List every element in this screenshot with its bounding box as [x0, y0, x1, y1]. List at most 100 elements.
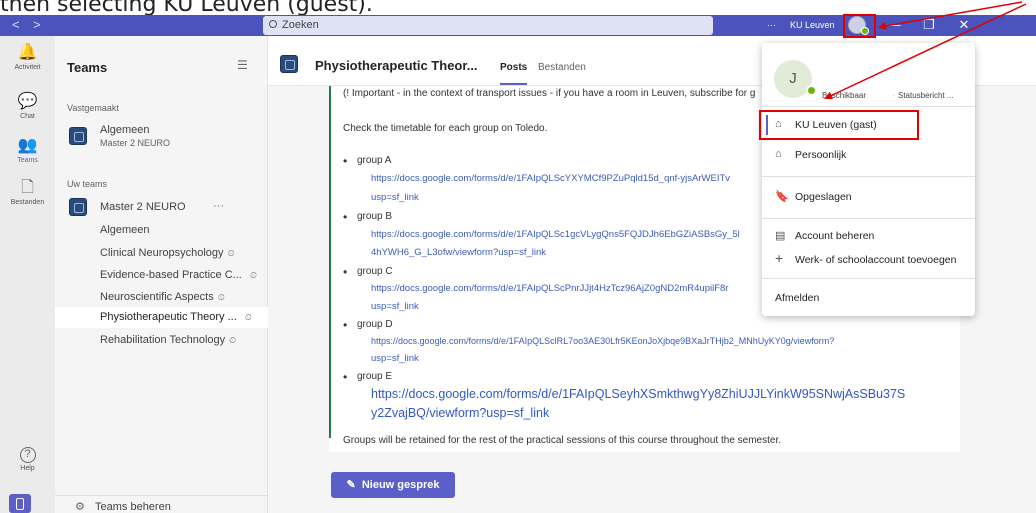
mobile-app-button[interactable]: [9, 494, 31, 513]
tab-posts[interactable]: Posts: [500, 62, 528, 85]
add-account-button[interactable]: + Werk- of schoolaccount toevoegen: [762, 248, 975, 273]
account-personal[interactable]: ⌂ Persoonlijk: [762, 143, 975, 168]
rail-item-chat[interactable]: 💬 Chat: [0, 93, 55, 120]
pinned-section-label: Vastgemaakt: [67, 103, 119, 113]
team-avatar-icon: [69, 127, 87, 145]
group-link[interactable]: usp=sf_link: [371, 301, 419, 312]
group-label: group D: [343, 318, 392, 332]
rail-item-label: Activiteit: [14, 64, 41, 71]
account-menu: J Beschikbaar · Statusbericht ... ⌂ KU L…: [762, 43, 975, 316]
rail-item-help[interactable]: ? Help: [0, 447, 55, 472]
team-avatar-icon: [69, 198, 87, 216]
manage-account-button[interactable]: ▤ Account beheren: [762, 224, 975, 249]
private-channel-icon: ⏲: [249, 270, 257, 280]
more-options-button[interactable]: ···: [767, 15, 776, 36]
channel-clinical-neuropsychology[interactable]: Clinical Neuropsychology ⏲: [55, 243, 268, 264]
channel-algemeen[interactable]: Algemeen: [55, 220, 268, 241]
channel-label: Clinical Neuropsychology ⏲: [100, 247, 235, 259]
tab-files[interactable]: Bestanden: [538, 62, 586, 73]
your-teams-section-label: Uw teams: [67, 179, 108, 189]
tutorial-caption: then selecting KU Leuven (guest).: [0, 0, 373, 17]
plus-icon: +: [775, 250, 784, 266]
new-conversation-label: Nieuw gesprek: [361, 479, 440, 491]
channel-label: Evidence-based Practice C... ⏲: [100, 269, 257, 281]
team-master-2-neuro[interactable]: Master 2 NEURO ···: [55, 196, 268, 218]
team-name: Master 2 NEURO: [100, 201, 186, 213]
group-label: group B: [343, 210, 392, 224]
file-icon: 🗋: [21, 179, 34, 196]
private-channel-icon: ⏲: [227, 248, 235, 258]
search-input[interactable]: Zoeken: [263, 16, 713, 35]
group-link[interactable]: https://docs.google.com/forms/d/e/1FAIpQ…: [371, 283, 728, 294]
home-icon: ⌂: [775, 148, 782, 160]
channel-neuroscientific-aspects[interactable]: Neuroscientific Aspects ⏲: [55, 287, 268, 308]
private-channel-icon: ⏲: [217, 292, 225, 302]
account-label: Persoonlijk: [795, 149, 847, 161]
account-card-icon: ▤: [775, 230, 786, 242]
rail-item-teams[interactable]: 👥 Teams: [0, 137, 55, 164]
pinned-channel-team: Master 2 NEURO: [100, 138, 171, 148]
divider: [762, 218, 975, 219]
search-icon: [269, 20, 277, 28]
sign-out-label: Afmelden: [775, 292, 820, 304]
forward-button[interactable]: >: [33, 15, 41, 35]
org-switcher-label[interactable]: KU Leuven: [790, 15, 835, 36]
channel-label: Algemeen: [100, 224, 150, 236]
group-link[interactable]: usp=sf_link: [371, 353, 419, 364]
annotation-highlight-box: [759, 110, 919, 140]
minimize-button[interactable]: —: [880, 15, 908, 36]
channel-evidence-based-practice[interactable]: Evidence-based Practice C... ⏲: [55, 265, 268, 286]
group-link[interactable]: usp=sf_link: [371, 192, 419, 203]
sign-out-button[interactable]: Afmelden: [762, 286, 975, 311]
group-link[interactable]: https://docs.google.com/forms/d/e/1FAIpQ…: [371, 229, 740, 240]
group-label: group C: [343, 265, 392, 279]
close-button[interactable]: ✕: [950, 15, 978, 36]
post-footer-text: Groups will be retained for the rest of …: [343, 435, 782, 446]
group-link[interactable]: https://docs.google.com/forms/d/e/1FAIpQ…: [371, 336, 834, 346]
post-intro-text: (! Important - in the context of transpo…: [343, 88, 756, 99]
back-button[interactable]: <: [12, 15, 20, 35]
group-label: group A: [343, 154, 392, 168]
presence-status-button[interactable]: Beschikbaar: [822, 91, 866, 100]
filter-icon[interactable]: ☰: [237, 58, 248, 72]
private-channel-icon: ⏲: [244, 312, 252, 322]
saved-label: Opgeslagen: [795, 191, 852, 203]
channel-label: Neuroscientific Aspects ⏲: [100, 291, 225, 303]
saved-items-button[interactable]: 🔖 Opgeslagen: [762, 185, 975, 210]
search-placeholder: Zoeken: [282, 19, 319, 31]
gear-icon: ⚙: [75, 501, 85, 513]
compose-icon: ✎: [346, 479, 356, 491]
divider: [762, 106, 975, 107]
status-separator: ·: [892, 91, 895, 100]
channel-rehabilitation-technology[interactable]: Rehabilitation Technology ⏲: [55, 330, 268, 351]
group-link[interactable]: y2ZvajBQ/viewform?usp=sf_link: [371, 406, 549, 420]
channel-physiotherapeutic-theory[interactable]: Physiotherapeutic Theory ... ⏲: [55, 307, 268, 328]
team-more-options-button[interactable]: ···: [213, 200, 224, 212]
status-message-button[interactable]: Statusbericht ...: [898, 91, 954, 100]
teams-icon: 👥: [17, 137, 38, 154]
rail-item-files[interactable]: 🗋 Bestanden: [0, 179, 55, 206]
annotation-highlight-box: [843, 14, 876, 38]
rail-item-activity[interactable]: 🔔 Activiteit: [0, 44, 55, 71]
teams-sidebar: Teams ☰ Vastgemaakt Algemeen Master 2 NE…: [55, 36, 268, 513]
group-link[interactable]: https://docs.google.com/forms/d/e/1FAIpQ…: [371, 173, 730, 184]
rail-item-label: Chat: [20, 113, 35, 120]
rail-item-label: Help: [20, 465, 35, 472]
channel-title: Physiotherapeutic Theor...: [315, 58, 478, 73]
help-icon: ?: [19, 447, 36, 463]
restore-button[interactable]: ❐: [915, 15, 943, 36]
add-account-label: Werk- of schoolaccount toevoegen: [795, 254, 957, 266]
team-avatar-icon: [280, 55, 298, 73]
divider: [762, 278, 975, 279]
post-accent-bar: [329, 86, 331, 438]
pinned-channel-title: Algemeen: [100, 124, 150, 136]
divider: [762, 176, 975, 177]
bookmark-icon: 🔖: [775, 191, 789, 203]
rail-item-label: Bestanden: [10, 199, 45, 206]
group-link[interactable]: 4hYWH6_G_L3ofw/viewform?usp=sf_link: [371, 247, 546, 258]
group-link[interactable]: https://docs.google.com/forms/d/e/1FAIpQ…: [371, 387, 905, 401]
new-conversation-button[interactable]: ✎ Nieuw gesprek: [331, 472, 455, 498]
channel-label: Physiotherapeutic Theory ... ⏲: [100, 311, 252, 323]
pinned-channel-algemeen[interactable]: Algemeen Master 2 NEURO: [55, 122, 268, 156]
manage-teams-button[interactable]: ⚙ Teams beheren: [55, 495, 268, 513]
